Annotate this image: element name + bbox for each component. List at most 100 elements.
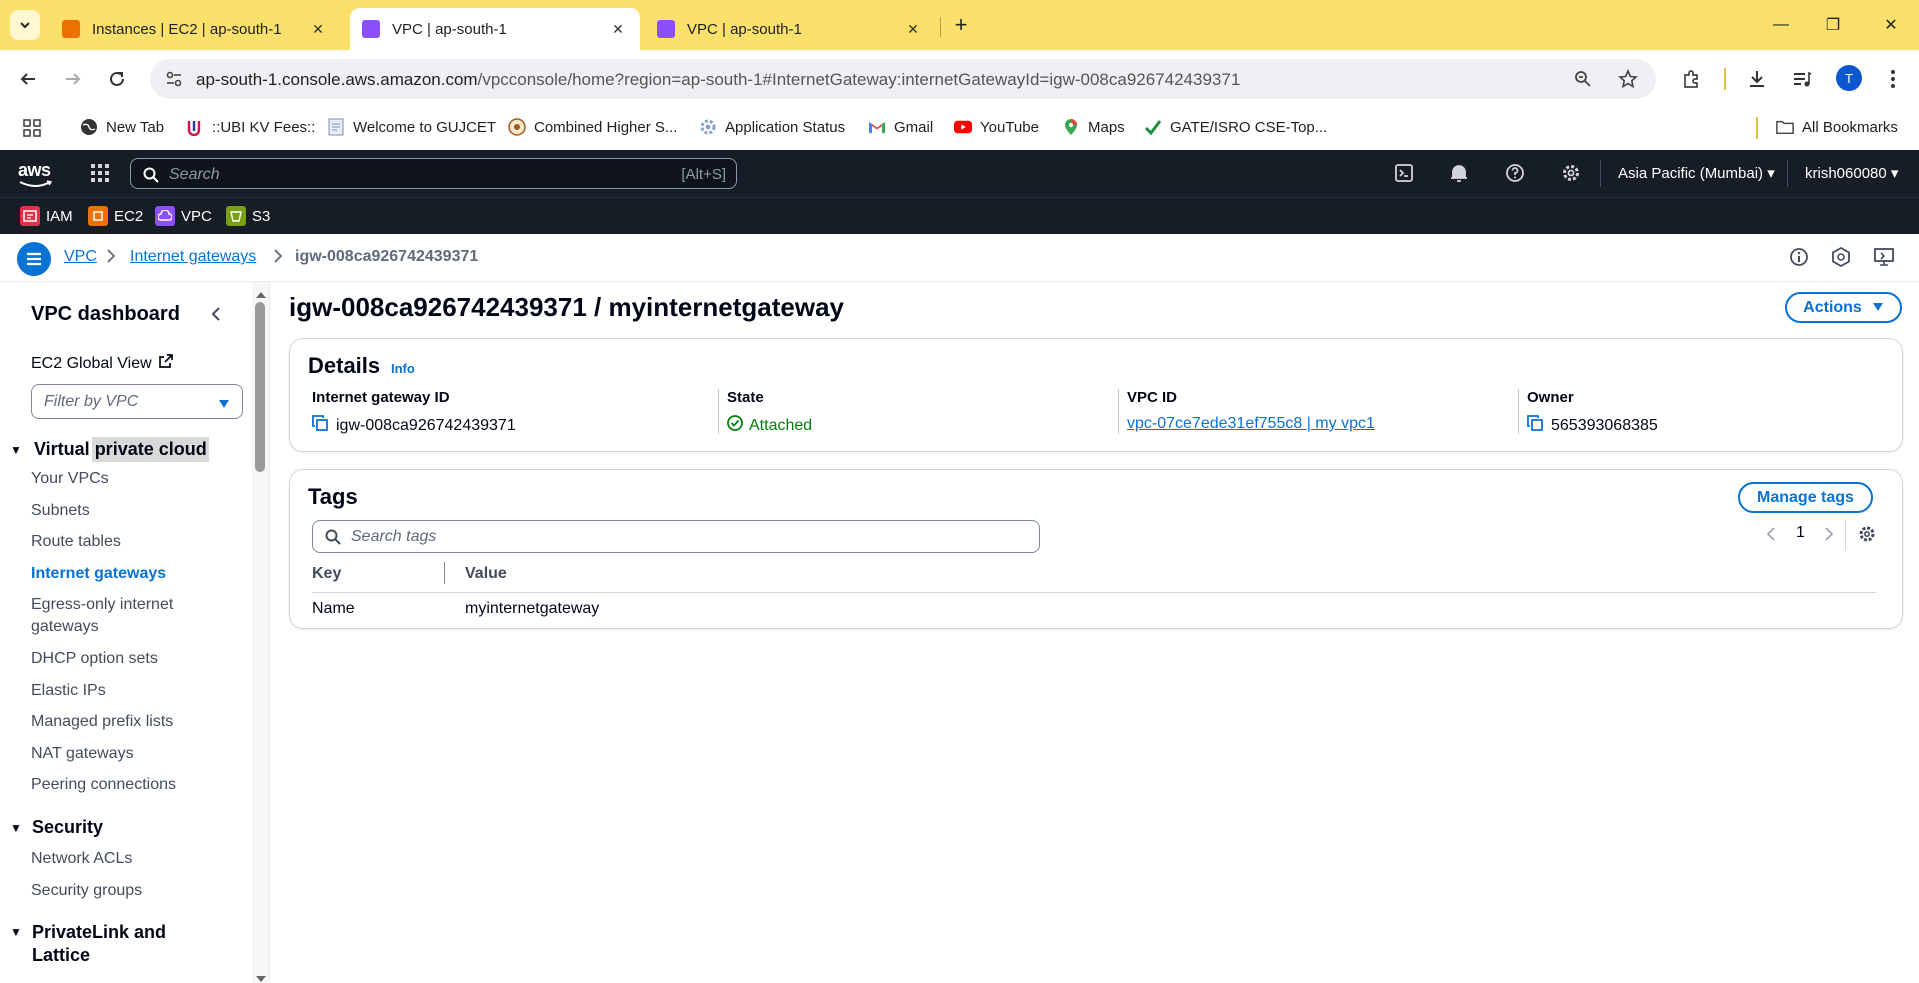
scroll-up-arrow-icon[interactable]: [255, 286, 267, 304]
collapse-chevron-left-icon[interactable]: [210, 306, 222, 327]
sidebar-section-security[interactable]: ▼ Security: [10, 817, 103, 838]
bookmark-application-status[interactable]: Application Status: [699, 118, 845, 136]
restore-icon[interactable]: ❐: [1818, 12, 1848, 38]
manage-tags-button[interactable]: Manage tags: [1738, 482, 1873, 513]
bookmark-gujcet[interactable]: Welcome to GUJCET: [327, 118, 496, 136]
forward-arrow-icon[interactable]: [58, 64, 88, 94]
sidebar-item-network-acls[interactable]: Network ACLs: [31, 850, 132, 868]
sidebar-scrollbar-thumb[interactable]: [255, 302, 265, 472]
sidebar-section-privatelink-and-lattice[interactable]: ▼ PrivateLink and Lattice: [10, 922, 166, 966]
favorite-s3[interactable]: S3: [226, 206, 270, 226]
scroll-down-arrow-icon[interactable]: [255, 970, 267, 983]
more-menu-icon[interactable]: [1878, 64, 1908, 94]
bookmark-maps[interactable]: Maps: [1062, 118, 1125, 136]
sidebar-item-label: Egress-only internet: [31, 596, 174, 613]
aws-logo[interactable]: aws: [18, 160, 53, 187]
favorite-iam[interactable]: IAM: [20, 206, 73, 226]
gmail-icon: [868, 118, 886, 136]
copy-icon[interactable]: [1527, 415, 1543, 436]
sidebar-item-security-groups[interactable]: Security groups: [31, 882, 142, 900]
sidebar-item-route-tables[interactable]: Route tables: [31, 533, 121, 551]
close-icon[interactable]: ✕: [308, 19, 328, 39]
zoom-icon[interactable]: [1574, 70, 1592, 88]
tab-title: Instances | EC2 | ap-south-1: [92, 20, 282, 38]
sidebar-item-subnets[interactable]: Subnets: [31, 502, 90, 520]
bookmark-new-tab[interactable]: New Tab: [80, 118, 164, 136]
sidebar-item-managed-prefix-lists[interactable]: Managed prefix lists: [31, 713, 173, 731]
region-selector[interactable]: Asia Pacific (Mumbai) ▾: [1618, 164, 1775, 182]
tab-search-button[interactable]: [10, 10, 40, 40]
favorite-vpc[interactable]: VPC: [155, 206, 212, 226]
tag-value-cell: myinternetgateway: [465, 600, 600, 617]
profile-avatar[interactable]: T: [1836, 65, 1862, 91]
pagination-prev-icon[interactable]: [1766, 526, 1776, 547]
sidebar-item-elastic-ips[interactable]: Elastic IPs: [31, 682, 106, 700]
browser-tab-ec2[interactable]: Instances | EC2 | ap-south-1 ✕: [50, 8, 340, 50]
details-info-link[interactable]: Info: [391, 361, 415, 376]
bookmark-gmail[interactable]: Gmail: [868, 118, 933, 136]
sidebar-section-virtual-private-cloud[interactable]: ▼ Virtual private cloud: [10, 437, 209, 462]
apps-grid-icon[interactable]: [22, 118, 42, 138]
minimize-icon[interactable]: —: [1766, 12, 1796, 38]
close-window-icon[interactable]: ✕: [1876, 12, 1906, 38]
media-control-icon[interactable]: [1787, 64, 1817, 94]
settings-gear-icon[interactable]: [1561, 163, 1581, 188]
star-icon[interactable]: [1618, 69, 1638, 89]
actions-dropdown-button[interactable]: Actions: [1785, 292, 1902, 323]
account-menu[interactable]: krish060080 ▾: [1805, 164, 1898, 182]
sidebar-item-dhcp-option-sets[interactable]: DHCP option sets: [31, 650, 158, 668]
info-circle-icon[interactable]: [1789, 247, 1809, 272]
favorite-ec2[interactable]: EC2: [88, 206, 143, 226]
bookmark-ssc[interactable]: Combined Higher S...: [508, 118, 677, 136]
close-icon[interactable]: ✕: [608, 19, 628, 39]
bookmark-gate[interactable]: GATE/ISRO CSE-Top...: [1144, 118, 1327, 136]
url-path: /vpcconsole/home?region=ap-south-1#Inter…: [477, 70, 1241, 89]
sidebar-item-ec2-global-view[interactable]: EC2 Global View: [31, 353, 174, 374]
vpc-id-link[interactable]: vpc-07ce7ede31ef755c8 | my vpc1: [1127, 415, 1375, 433]
notifications-bell-icon[interactable]: [1449, 163, 1469, 188]
download-icon[interactable]: [1742, 64, 1772, 94]
extensions-icon[interactable]: [1676, 64, 1706, 94]
aws-search-input[interactable]: Search [Alt+S]: [130, 158, 737, 189]
main-content: igw-008ca926742439371 / myinternetgatewa…: [271, 282, 1919, 983]
column-header-key[interactable]: Key: [312, 565, 341, 583]
new-tab-plus-icon[interactable]: +: [948, 12, 974, 38]
help-icon[interactable]: [1505, 163, 1525, 188]
cloudshell-icon[interactable]: [1394, 163, 1414, 188]
vpc-service-icon: [155, 206, 175, 226]
reload-icon[interactable]: [102, 64, 132, 94]
breadcrumb-internet-gateways[interactable]: Internet gateways: [130, 248, 256, 266]
all-bookmarks[interactable]: All Bookmarks: [1776, 118, 1898, 136]
side-nav-toggle-menu-icon[interactable]: [17, 242, 51, 276]
feedback-hexagon-icon[interactable]: [1831, 246, 1851, 272]
sidebar-item-nat-gateways[interactable]: NAT gateways: [31, 745, 134, 763]
table-preferences-gear-icon[interactable]: [1858, 525, 1876, 548]
breadcrumb-bar: VPC Internet gateways igw-008ca926742439…: [0, 234, 1919, 282]
back-arrow-icon[interactable]: [13, 64, 43, 94]
address-bar[interactable]: ap-south-1.console.aws.amazon.com/vpccon…: [150, 59, 1656, 99]
copy-icon[interactable]: [312, 415, 328, 436]
detail-label: Owner: [1527, 389, 1574, 406]
pagination-page-number[interactable]: 1: [1796, 524, 1805, 542]
tags-search-input[interactable]: Search tags: [312, 520, 1040, 553]
breadcrumb-vpc[interactable]: VPC: [64, 248, 97, 266]
column-resizer[interactable]: [444, 562, 445, 584]
column-header-value[interactable]: Value: [465, 565, 507, 583]
close-icon[interactable]: ✕: [903, 19, 923, 39]
vpc-favicon-icon: [362, 20, 380, 38]
sidebar-item-internet-gateways[interactable]: Internet gateways: [31, 565, 166, 583]
site-info-icon[interactable]: [165, 70, 183, 88]
screen-share-icon[interactable]: [1874, 247, 1894, 272]
bookmark-youtube[interactable]: YouTube: [954, 118, 1039, 136]
browser-tab-vpc-active[interactable]: VPC | ap-south-1 ✕: [350, 8, 640, 50]
sidebar-item-your-vpcs[interactable]: Your VPCs: [31, 470, 109, 488]
sidebar-title[interactable]: VPC dashboard: [31, 303, 180, 326]
browser-tab-vpc[interactable]: VPC | ap-south-1 ✕: [645, 8, 935, 50]
vpc-filter-select[interactable]: Filter by VPC: [31, 384, 243, 419]
services-grid-icon[interactable]: [90, 163, 110, 188]
bookmark-ubi[interactable]: ::UBI KV Fees::: [186, 118, 315, 136]
pagination-next-icon[interactable]: [1824, 526, 1834, 547]
bookmark-label: Combined Higher S...: [534, 118, 678, 136]
sidebar-item-peering-connections[interactable]: Peering connections: [31, 776, 176, 794]
sidebar-item-egress-only-internet-gateways[interactable]: Egress-only internet gateways: [31, 596, 173, 636]
